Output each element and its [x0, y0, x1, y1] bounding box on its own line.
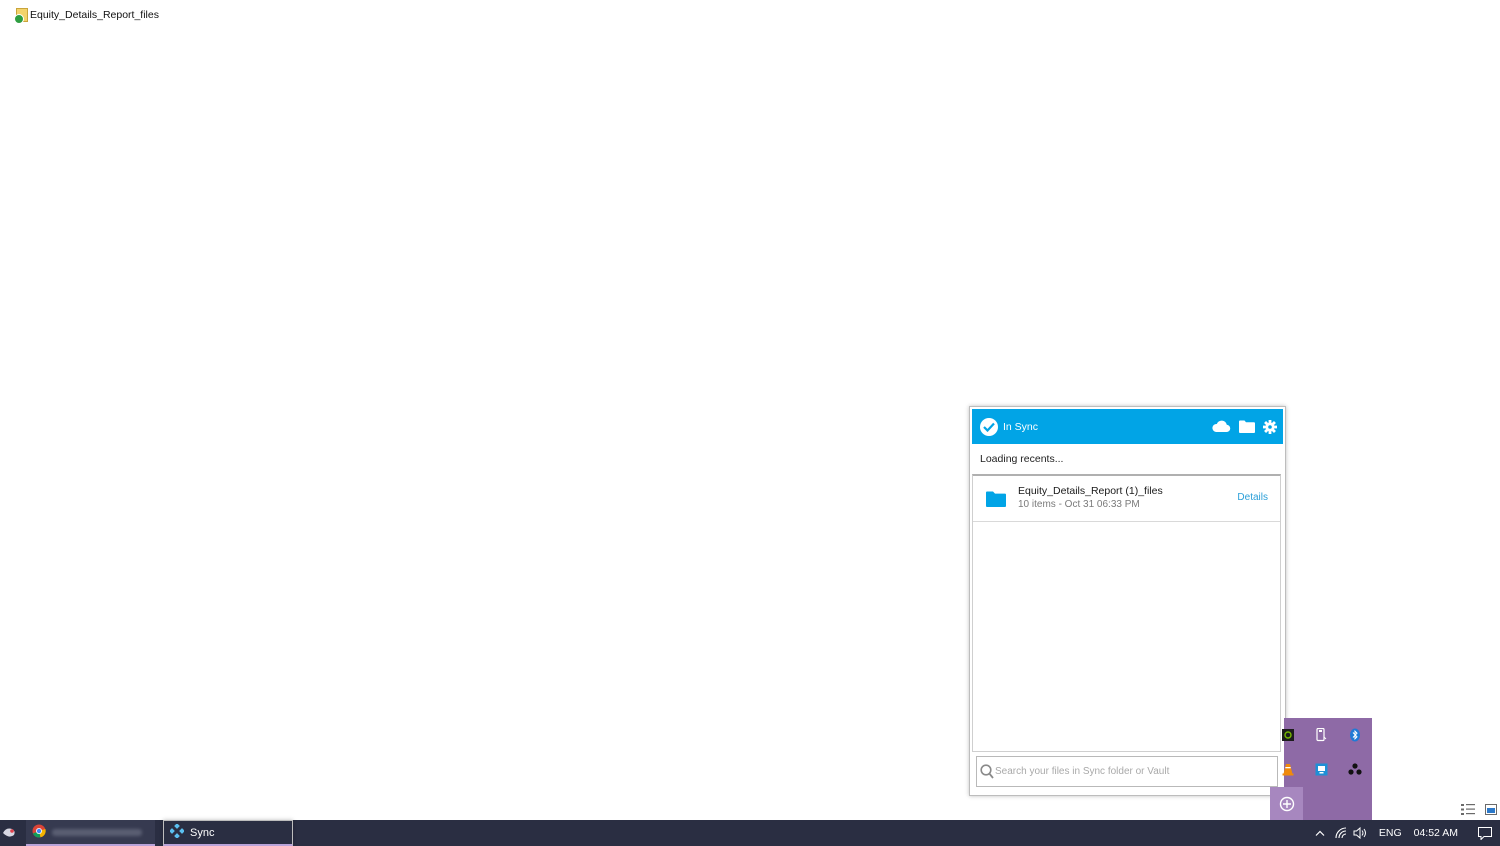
sync-header: In Sync — [972, 409, 1283, 444]
list-item[interactable]: Equity_Details_Report (1)_files 10 items… — [973, 476, 1280, 522]
desktop-file[interactable]: Equity_Details_Report_files — [14, 8, 159, 24]
checkmark-icon — [980, 417, 998, 436]
search-input[interactable] — [995, 761, 1270, 781]
notification-icon[interactable] — [1470, 820, 1500, 846]
monitor-app-icon[interactable] — [1310, 758, 1332, 780]
recents-list: Equity_Details_Report (1)_files 10 items… — [972, 474, 1281, 752]
chrome-window-title-redacted — [52, 828, 142, 836]
sync-popup: In Sync Loading recents... Equity_Detail… — [969, 406, 1286, 796]
folder-icon[interactable] — [1239, 420, 1255, 433]
cloud-icon[interactable] — [1211, 420, 1231, 433]
taskbar-app-sync[interactable]: Sync — [163, 820, 293, 846]
loading-recents: Loading recents... — [980, 453, 1064, 465]
sync-tray-icon[interactable] — [1270, 787, 1303, 820]
chrome-icon — [32, 824, 46, 841]
list-view-icon[interactable] — [1461, 804, 1475, 818]
taskbar-app-label: Sync — [190, 826, 215, 839]
folder-icon — [986, 491, 1006, 510]
sync-icon — [169, 823, 185, 841]
search-icon — [980, 764, 994, 782]
nvidia-icon[interactable] — [1277, 724, 1299, 746]
item-meta: 10 items - Oct 31 06:33 PM — [1018, 499, 1140, 510]
gear-icon[interactable] — [1263, 419, 1277, 434]
taskbar: Sync ENG 04:52 AM — [0, 820, 1500, 846]
network-share-icon[interactable] — [1344, 758, 1366, 780]
bluetooth-icon[interactable] — [1344, 724, 1366, 746]
details-link[interactable]: Details — [1237, 492, 1268, 503]
clock[interactable]: 04:52 AM — [1414, 827, 1458, 839]
wifi-icon[interactable] — [1331, 820, 1351, 846]
sync-status: In Sync — [1003, 420, 1039, 433]
desktop-file-label: Equity_Details_Report_files — [30, 9, 159, 21]
vlc-icon[interactable] — [1277, 758, 1299, 780]
sync-file-icon — [14, 8, 28, 24]
language-indicator[interactable]: ENG — [1379, 827, 1402, 839]
preview-view-icon[interactable] — [1485, 804, 1497, 818]
item-name: Equity_Details_Report (1)_files — [1018, 485, 1163, 497]
search-box — [976, 756, 1278, 787]
chevron-up-icon[interactable] — [1309, 820, 1331, 846]
start-icon[interactable] — [0, 824, 18, 842]
volume-icon[interactable] — [1351, 820, 1371, 846]
usb-drive-icon[interactable] — [1310, 724, 1332, 746]
taskbar-app-chrome[interactable] — [26, 820, 155, 846]
